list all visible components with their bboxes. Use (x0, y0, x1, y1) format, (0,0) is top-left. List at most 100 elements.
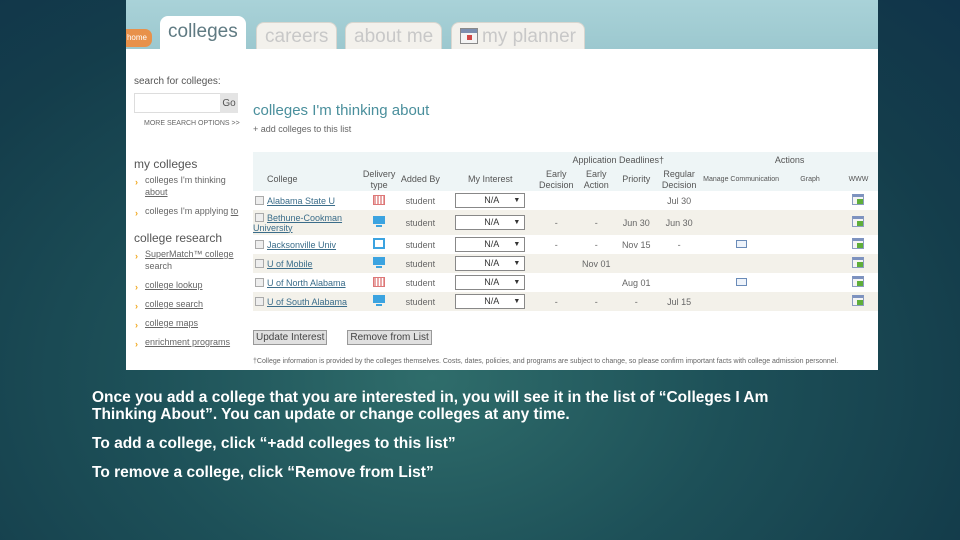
row-checkbox[interactable] (255, 239, 264, 249)
chevron-right-icon: › (135, 320, 138, 330)
college-link[interactable]: U of Mobile (267, 259, 313, 269)
priority-cell: Jun 30 (615, 210, 658, 235)
col-header-graph: Graph (781, 168, 839, 191)
college-search-input[interactable] (134, 93, 220, 113)
table-row: U of North Alabama student N/A ▼ Aug 01 (253, 273, 878, 292)
college-link[interactable]: U of South Alabama (267, 297, 347, 307)
actions-group-header: Actions (701, 152, 878, 168)
added-by: student (395, 191, 446, 210)
caption-paragraph-1: Once you add a college that you are inte… (92, 389, 769, 423)
go-button[interactable]: Go (220, 93, 238, 113)
col-header-college: College (253, 168, 363, 191)
manage-communication-icon[interactable] (735, 277, 747, 286)
www-link-icon[interactable] (852, 238, 865, 249)
early-decision-cell (535, 254, 578, 273)
college-link[interactable]: U of North Alabama (267, 278, 346, 288)
tab-my-planner[interactable]: my planner (451, 22, 585, 49)
col-header-interest: My Interest (445, 168, 536, 191)
www-link-icon[interactable] (852, 216, 865, 227)
regular-decision-cell (657, 254, 702, 273)
college-search-link[interactable]: college search (145, 299, 203, 309)
chevron-right-icon: › (135, 208, 138, 218)
college-link[interactable]: Bethune-Cookman University (253, 213, 342, 233)
delivery-online-icon (373, 257, 386, 268)
added-by: student (395, 235, 446, 254)
delivery-online-icon (373, 216, 386, 227)
deadlines-group-header: Application Deadlines† (535, 152, 702, 168)
tab-colleges[interactable]: colleges (160, 16, 246, 49)
college-link[interactable]: Alabama State U (267, 196, 335, 206)
table-row: Alabama State U student N/A ▼ Jul 30 (253, 191, 878, 210)
dropdown-caret-icon: ▼ (513, 279, 521, 286)
row-checkbox[interactable] (255, 296, 264, 306)
col-header-priority: Priority (615, 168, 658, 191)
www-link-icon[interactable] (852, 276, 865, 287)
more-search-options-link[interactable]: MORE SEARCH OPTIONS >> (134, 120, 250, 127)
priority-cell: Nov 15 (615, 235, 658, 254)
dropdown-caret-icon: ▼ (513, 241, 521, 248)
www-link-icon[interactable] (852, 295, 865, 306)
sidebar-item-supermatch[interactable]: › SuperMatch™ college search (134, 248, 250, 272)
row-checkbox[interactable] (255, 258, 264, 268)
enrichment-programs-link[interactable]: enrichment programs (145, 337, 230, 347)
interest-select[interactable]: N/A ▼ (455, 275, 526, 290)
college-maps-link[interactable]: college maps (145, 318, 198, 328)
thinking-about-link[interactable]: about (145, 187, 168, 197)
col-header-added-by: Added By (395, 168, 446, 191)
dropdown-caret-icon: ▼ (513, 260, 521, 267)
applying-to-link[interactable]: to (231, 206, 239, 216)
interest-select[interactable]: N/A ▼ (455, 256, 526, 271)
delivery-online-icon (373, 295, 386, 306)
interest-select[interactable]: N/A ▼ (455, 294, 526, 309)
row-checkbox[interactable] (255, 277, 264, 287)
regular-decision-cell: Jul 15 (657, 292, 702, 311)
www-link-icon[interactable] (852, 257, 865, 268)
sidebar-item-college-maps[interactable]: › college maps (134, 317, 250, 330)
early-action-cell (577, 191, 616, 210)
early-decision-cell: - (535, 292, 578, 311)
sidebar-item-thinking-about[interactable]: › colleges I'm thinking about (134, 174, 250, 198)
row-checkbox[interactable] (255, 195, 264, 205)
priority-cell (615, 191, 658, 210)
sidebar-item-college-search[interactable]: › college search (134, 298, 250, 311)
row-checkbox[interactable] (255, 212, 264, 222)
interest-select[interactable]: N/A ▼ (455, 237, 526, 252)
added-by: student (395, 210, 446, 235)
dropdown-caret-icon: ▼ (513, 219, 521, 226)
sidebar-item-enrichment-programs[interactable]: › enrichment programs (134, 336, 250, 349)
manage-communication-icon[interactable] (735, 239, 747, 248)
delivery-campus-icon (373, 276, 386, 287)
priority-cell: - (615, 292, 658, 311)
sidebar-item-college-lookup[interactable]: › college lookup (134, 279, 250, 292)
tab-careers[interactable]: careers (256, 22, 338, 49)
college-link[interactable]: Jacksonville Univ (267, 240, 336, 250)
home-button[interactable]: home (126, 29, 152, 47)
interest-select[interactable]: N/A ▼ (455, 193, 526, 208)
interest-select[interactable]: N/A ▼ (455, 215, 526, 230)
search-label: search for colleges: (134, 76, 221, 87)
tab-about-me[interactable]: about me (345, 22, 443, 49)
college-research-list: › SuperMatch™ college search › college look… (134, 248, 250, 349)
early-decision-cell: - (535, 210, 578, 235)
update-interest-button[interactable]: Update Interest (253, 330, 328, 345)
sidebar-item-applying-to[interactable]: › colleges I'm applying to (134, 205, 250, 218)
caption-paragraph-2: To add a college, click “+add colleges t… (92, 435, 456, 452)
supermatch-link[interactable]: SuperMatch™ college (145, 249, 234, 259)
footnote: †College information is provided by the … (253, 358, 839, 365)
table-row: U of Mobile student N/A ▼ Nov 01 (253, 254, 878, 273)
delivery-campus-icon (373, 194, 386, 205)
regular-decision-cell: Jul 30 (657, 191, 702, 210)
college-lookup-link[interactable]: college lookup (145, 280, 203, 290)
dropdown-caret-icon: ▼ (513, 197, 521, 204)
table-row: U of South Alabama student N/A ▼ - - - Jul 15 (253, 292, 878, 311)
chevron-right-icon: › (135, 301, 138, 311)
slide-caption: Once you add a college that you are inte… (92, 389, 792, 481)
remove-from-list-button[interactable]: Remove from List (347, 330, 432, 345)
regular-decision-cell (657, 273, 702, 292)
early-action-cell: - (577, 210, 616, 235)
early-decision-cell: - (535, 235, 578, 254)
www-link-icon[interactable] (852, 194, 865, 205)
add-colleges-link[interactable]: + add colleges to this list (253, 124, 351, 134)
added-by: student (395, 273, 446, 292)
regular-decision-cell: Jun 30 (657, 210, 702, 235)
